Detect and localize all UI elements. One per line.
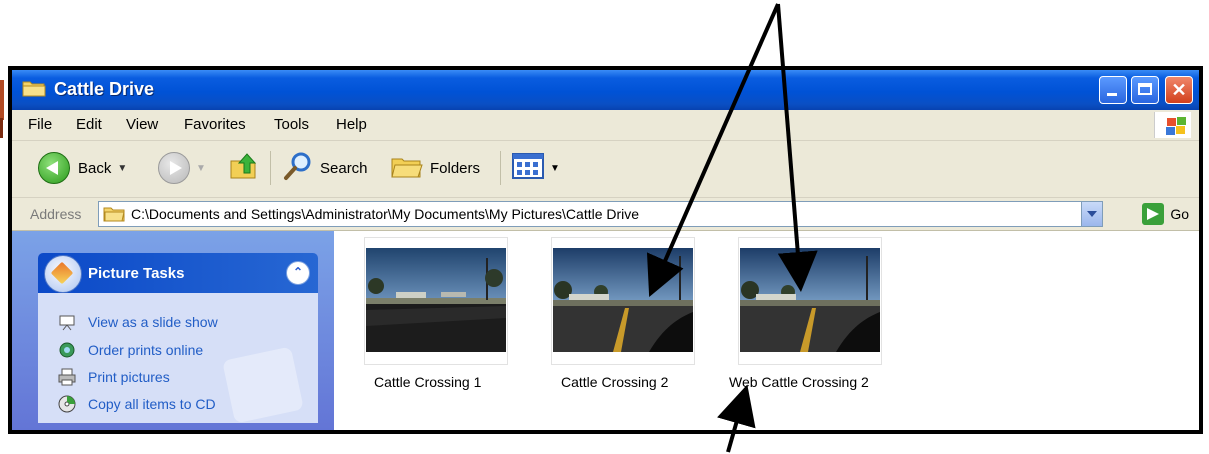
search-label: Search [320,159,368,177]
menu-favorites[interactable]: Favorites [184,116,246,133]
toolbar-separator [500,151,501,185]
collapse-icon[interactable]: ⌃ [286,261,310,285]
go-button[interactable]: Go [1142,202,1189,226]
logo-quadrant-blue [1166,127,1175,135]
thumbnail[interactable] [551,237,695,365]
back-label: Back [78,159,112,177]
search-icon [282,150,314,186]
menu-file[interactable]: File [28,116,52,133]
left-edge-mark [0,80,4,120]
photo-image [740,248,880,352]
logo-quadrant-red [1167,118,1176,126]
task-order-prints[interactable]: Order prints online [58,341,203,359]
picture-tasks-icon [44,255,82,293]
folders-icon [390,151,424,185]
folder-icon [103,206,125,222]
go-label: Go [1170,206,1189,222]
up-folder-icon [228,151,258,185]
windows-logo-icon [1154,112,1191,138]
panel-body: View as a slide show Order prints online… [38,293,318,424]
maximize-icon [1132,77,1158,103]
thumbnail[interactable] [738,237,882,365]
task-label: View as a slide show [88,314,218,330]
menu-bar: File Edit View Favorites Tools Help [12,110,1199,141]
menu-tools[interactable]: Tools [274,116,309,133]
up-folder-button[interactable] [228,151,258,185]
panel-header[interactable]: Picture Tasks ⌃ [38,253,318,293]
address-label: Address [30,206,82,222]
maximize-button[interactable] [1131,76,1159,104]
task-label: Copy all items to CD [88,396,216,412]
printer-icon [58,368,76,386]
task-print-pictures[interactable]: Print pictures [58,368,170,386]
file-caption[interactable]: Cattle Crossing 1 [374,374,481,390]
logo-quadrant-yellow [1176,126,1185,134]
cd-icon [58,395,76,413]
forward-button[interactable]: ▼ [158,151,206,185]
views-grid-icon [512,152,544,184]
minimize-button[interactable] [1099,76,1127,104]
task-sidebar: Picture Tasks ⌃ View as a slide show Ord… [12,231,334,430]
task-slide-show[interactable]: View as a slide show [58,313,218,331]
left-edge-mark [0,118,3,138]
go-arrow-icon [1142,203,1165,225]
chevron-down-icon[interactable]: ▼ [117,163,127,174]
forward-arrow-icon [158,152,190,184]
chevron-down-icon[interactable] [1081,202,1102,226]
folders-button[interactable]: Folders [390,151,480,185]
back-button[interactable]: Back ▼ [38,151,127,185]
logo-quadrant-green [1177,117,1186,125]
toolbar: Back ▼ ▼ Search Folders ▼ [12,141,1199,198]
address-input[interactable]: C:\Documents and Settings\Administrator\… [98,201,1103,227]
minimize-icon [1100,77,1126,103]
search-button[interactable]: Search [282,151,368,185]
panel-title: Picture Tasks [88,265,185,282]
folder-icon [22,79,46,97]
chevron-down-icon[interactable]: ▼ [550,163,560,174]
file-caption[interactable]: Cattle Crossing 2 [561,374,668,390]
close-icon: ✕ [1171,80,1187,100]
address-bar: Address C:\Documents and Settings\Admini… [12,198,1199,231]
slideshow-icon [58,313,76,331]
window-title: Cattle Drive [54,79,155,99]
menu-view[interactable]: View [126,116,158,133]
globe-icon [58,341,76,359]
toolbar-separator [270,151,271,185]
address-path: C:\Documents and Settings\Administrator\… [131,206,640,222]
chevron-down-icon[interactable]: ▼ [196,163,206,174]
explorer-window: Cattle Drive ✕ File Edit View Favorites … [8,66,1203,434]
back-arrow-icon [38,152,70,184]
picture-tasks-panel: Picture Tasks ⌃ View as a slide show Ord… [38,253,318,424]
close-button[interactable]: ✕ [1165,76,1193,104]
watermark-image [222,346,304,424]
menu-edit[interactable]: Edit [76,116,102,133]
task-copy-to-cd[interactable]: Copy all items to CD [58,395,216,413]
task-label: Order prints online [88,342,204,358]
folders-label: Folders [430,159,481,177]
thumbnail[interactable] [364,237,508,365]
photo-image [366,248,506,352]
menu-help[interactable]: Help [336,116,367,133]
views-button[interactable]: ▼ [512,151,560,185]
file-caption[interactable]: Web Cattle Crossing 2 [729,374,869,390]
content-area: Picture Tasks ⌃ View as a slide show Ord… [12,231,1199,430]
title-bar[interactable]: Cattle Drive ✕ [12,70,1199,110]
photo-image [553,248,693,352]
task-label: Print pictures [88,369,170,385]
